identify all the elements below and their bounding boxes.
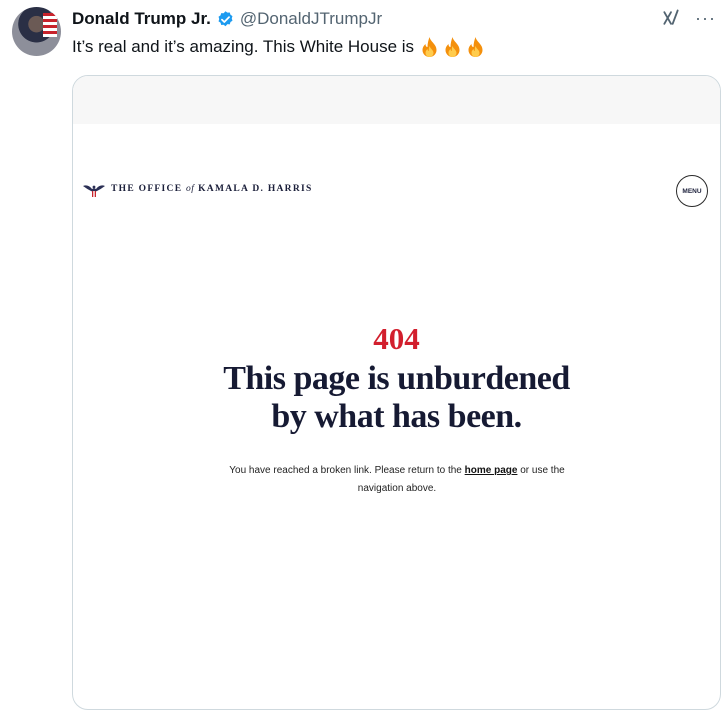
error-description: You have reached a broken link. Please r… xyxy=(213,462,581,498)
description-before: You have reached a broken link. Please r… xyxy=(229,465,462,476)
flag-graphic xyxy=(43,13,57,37)
tweet-header: Donald Trump Jr. @DonaldJTrumpJr xyxy=(72,7,382,31)
tweet-actions-top: ··· xyxy=(661,8,716,28)
site-title-suffix: KAMALA D. HARRIS xyxy=(198,184,313,194)
tweet-body-text: It’s real and it’s amazing. This White H… xyxy=(72,37,415,56)
site-title[interactable]: THE OFFICE of KAMALA D. HARRIS xyxy=(111,184,313,194)
site-title-prefix: THE OFFICE xyxy=(111,184,183,194)
author-handle[interactable]: @DonaldJTrumpJr xyxy=(240,9,382,29)
verified-badge-icon xyxy=(218,10,233,26)
site-title-of: of xyxy=(186,184,195,194)
tweet-media-image[interactable]: THE OFFICE of KAMALA D. HARRIS MENU 404 … xyxy=(72,75,721,710)
fire-emojis xyxy=(419,36,486,58)
fire-emoji-icon xyxy=(422,37,437,57)
grok-icon[interactable] xyxy=(661,8,681,28)
eagle-seal-icon xyxy=(83,185,105,197)
home-page-link[interactable]: home page xyxy=(465,465,518,476)
screenshot-top-band xyxy=(73,76,720,124)
error-code: 404 xyxy=(373,321,420,356)
tweet-text: It’s real and it’s amazing. This White H… xyxy=(72,36,486,58)
author-avatar[interactable] xyxy=(12,7,61,56)
error-headline: This page is unburdened by what has been… xyxy=(73,360,720,436)
menu-button[interactable]: MENU xyxy=(676,175,708,207)
fire-emoji-icon xyxy=(468,37,483,57)
headline-line-1: This page is unburdened xyxy=(223,360,570,397)
author-name[interactable]: Donald Trump Jr. xyxy=(72,9,211,29)
headline-line-2: by what has been. xyxy=(271,398,522,435)
fire-emoji-icon xyxy=(445,37,460,57)
more-options-icon[interactable]: ··· xyxy=(695,9,716,27)
